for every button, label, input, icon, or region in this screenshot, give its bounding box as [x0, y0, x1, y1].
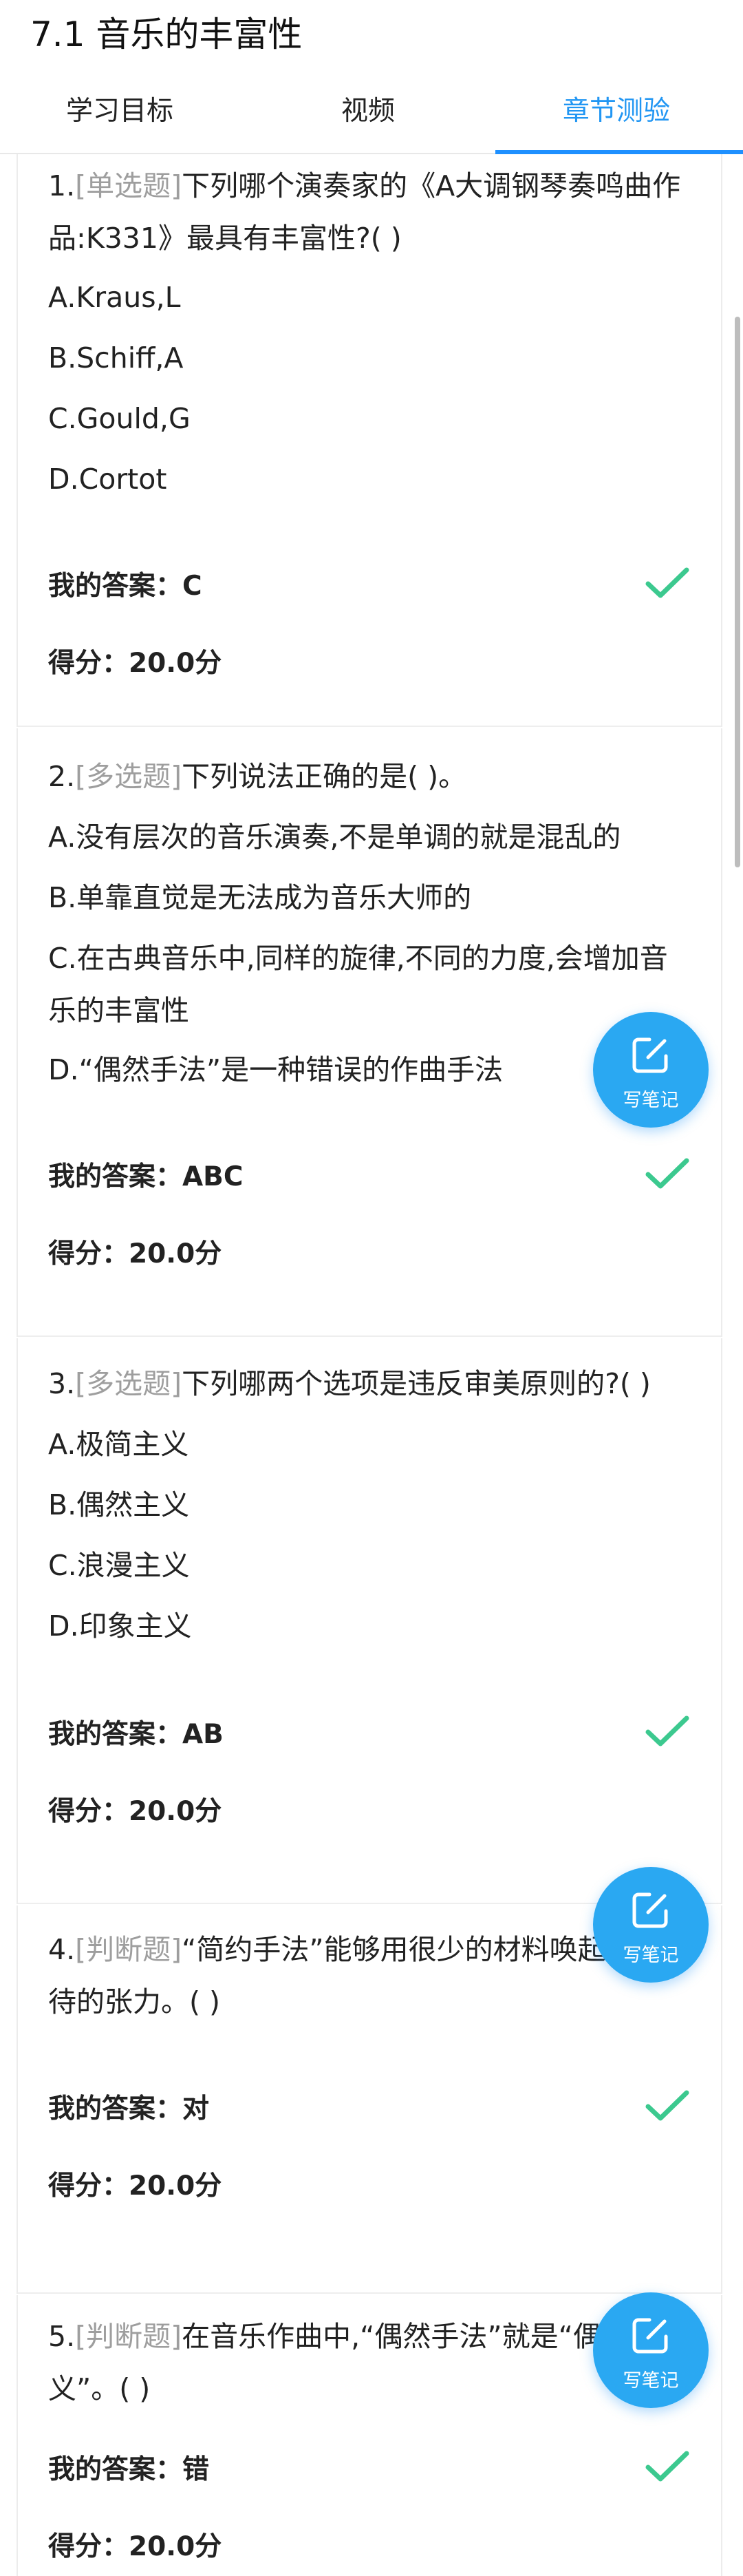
- edit-note-icon: [632, 1892, 668, 1928]
- edit-note-icon: [632, 1037, 668, 1073]
- option: A.极简主义: [48, 1428, 189, 1461]
- option: D.Cortot: [48, 463, 167, 496]
- score: 得分：20.0分: [48, 1796, 222, 1827]
- tab-bar: 学习目标 视频 章节测验: [0, 81, 743, 154]
- option: B.偶然主义: [48, 1488, 190, 1521]
- option: C.Gould,G: [48, 402, 191, 435]
- score: 得分：20.0分: [48, 2171, 222, 2202]
- write-note-button[interactable]: 写笔记: [593, 1867, 709, 1983]
- check-icon: [645, 2090, 689, 2121]
- page-title: 7.1 音乐的丰富性: [30, 14, 303, 54]
- option: A.Kraus,L: [48, 281, 181, 314]
- question-type: [多选题]: [75, 760, 182, 793]
- question-number: 2.: [48, 760, 76, 793]
- divider: [18, 726, 721, 727]
- question-type: [判断题]: [75, 2320, 182, 2353]
- question-stem: 下列哪两个选项是违反审美原则的?( ): [182, 1367, 651, 1400]
- score: 得分：20.0分: [48, 1238, 222, 1269]
- question-type: [单选题]: [75, 169, 182, 202]
- option: C.在古典音乐中,同样的旋律,不同的力度,会增加音乐的丰富性: [48, 942, 668, 1027]
- scrollbar[interactable]: [735, 317, 740, 867]
- question-card: 3.[多选题]下列哪两个选项是违反审美原则的?( ) A.极简主义 B.偶然主义…: [17, 1338, 722, 1904]
- question-text: 3.[多选题]下列哪两个选项是违反审美原则的?( ): [48, 1358, 691, 1410]
- divider: [18, 2292, 721, 2294]
- option: A.没有层次的音乐演奏,不是单调的就是混乱的: [48, 821, 621, 854]
- check-icon: [645, 2451, 689, 2482]
- my-answer: 我的答案：AB: [48, 1719, 224, 1750]
- tab-chapter-quiz[interactable]: 章节测验: [563, 89, 670, 128]
- question-number: 4.: [48, 1933, 76, 1966]
- question-text: 1.[单选题]下列哪个演奏家的《A大调钢琴奏鸣曲作品:K331》最具有丰富性?(…: [48, 160, 691, 264]
- score: 得分：20.0分: [48, 648, 222, 679]
- score: 得分：20.0分: [48, 2531, 222, 2562]
- option: B.Schiff,A: [48, 341, 184, 374]
- my-answer: 我的答案：错: [48, 2454, 210, 2485]
- question-stem: 下列说法正确的是( )。: [182, 760, 467, 793]
- divider: [18, 1335, 721, 1337]
- option: D.印象主义: [48, 1609, 192, 1643]
- question-type: [多选题]: [75, 1367, 182, 1400]
- question-number: 3.: [48, 1367, 76, 1400]
- option: B.单靠直觉是无法成为音乐大师的: [48, 881, 472, 914]
- write-note-label: 写笔记: [623, 2370, 679, 2392]
- my-answer: 我的答案：C: [48, 571, 202, 602]
- write-note-label: 写笔记: [623, 1945, 679, 1966]
- question-card: 1.[单选题]下列哪个演奏家的《A大调钢琴奏鸣曲作品:K331》最具有丰富性?(…: [17, 154, 722, 727]
- question-type: [判断题]: [75, 1933, 182, 1966]
- check-icon: [645, 567, 689, 598]
- tab-video[interactable]: 视频: [341, 89, 395, 128]
- my-answer: 我的答案：对: [48, 2093, 210, 2124]
- option: C.浪漫主义: [48, 1549, 190, 1582]
- my-answer: 我的答案：ABC: [48, 1161, 244, 1192]
- write-note-button[interactable]: 写笔记: [593, 2292, 709, 2408]
- tab-learning-goals[interactable]: 学习目标: [66, 89, 173, 128]
- check-icon: [645, 1715, 689, 1746]
- question-number: 5.: [48, 2320, 76, 2353]
- write-note-label: 写笔记: [623, 1090, 679, 1111]
- write-note-button[interactable]: 写笔记: [593, 1012, 709, 1128]
- check-icon: [645, 1158, 689, 1189]
- question-text: 2.[多选题]下列说法正确的是( )。: [48, 750, 691, 803]
- edit-note-icon: [632, 2318, 668, 2354]
- question-number: 1.: [48, 169, 76, 202]
